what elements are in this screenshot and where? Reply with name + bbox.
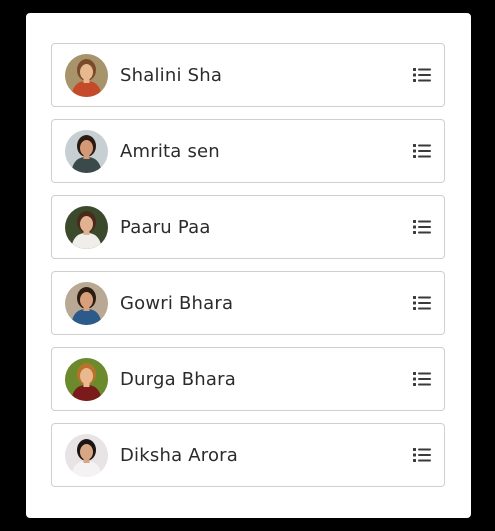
avatar: [65, 281, 108, 325]
contacts-panel: Shalini Sha Amrita sen Paaru Paa Gowri B…: [26, 13, 471, 518]
contact-name: Diksha Arora: [120, 444, 238, 466]
avatar: [65, 129, 108, 173]
sortable-contact-list: Shalini Sha Amrita sen Paaru Paa Gowri B…: [51, 43, 445, 499]
list-icon[interactable]: [413, 371, 431, 387]
list-item[interactable]: Durga Bhara: [51, 347, 445, 411]
contact-name: Amrita sen: [120, 140, 220, 162]
list-icon[interactable]: [413, 219, 431, 235]
contact-name: Shalini Sha: [120, 64, 223, 86]
list-icon[interactable]: [413, 67, 431, 83]
list-item[interactable]: Gowri Bhara: [51, 271, 445, 335]
list-item[interactable]: Amrita sen: [51, 119, 445, 183]
avatar: [65, 205, 108, 249]
contact-name: Paaru Paa: [120, 216, 211, 238]
avatar: [65, 357, 108, 401]
avatar: [65, 433, 108, 477]
list-item[interactable]: Paaru Paa: [51, 195, 445, 259]
list-icon[interactable]: [413, 447, 431, 463]
contact-name: Durga Bhara: [120, 368, 236, 390]
list-icon[interactable]: [413, 295, 431, 311]
avatar: [65, 53, 108, 97]
list-item[interactable]: Shalini Sha: [51, 43, 445, 107]
list-icon[interactable]: [413, 143, 431, 159]
list-item[interactable]: Diksha Arora: [51, 423, 445, 487]
contact-name: Gowri Bhara: [120, 292, 234, 314]
